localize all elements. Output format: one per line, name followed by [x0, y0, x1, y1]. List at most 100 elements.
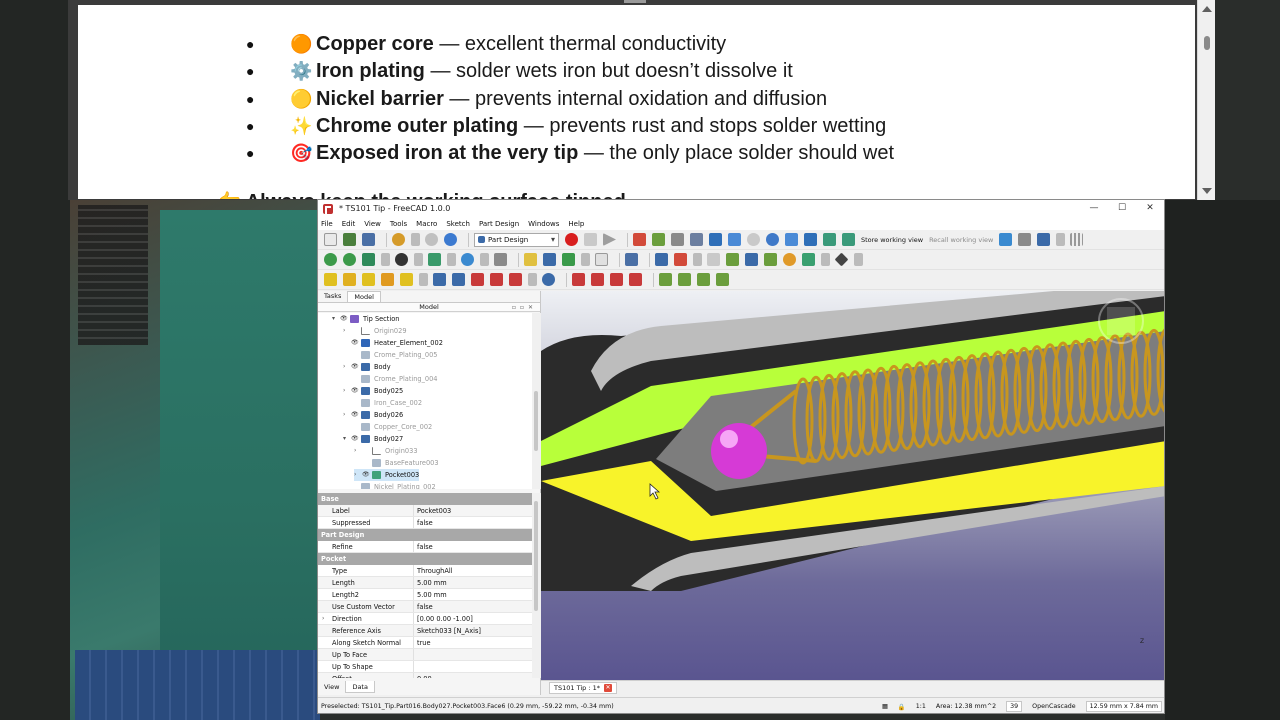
expand-arrow-icon[interactable]: › — [322, 613, 324, 625]
kernel-select[interactable]: OpenCascade — [1032, 703, 1076, 710]
fit-selection-icon[interactable] — [343, 253, 356, 266]
menu-part-design[interactable]: Part Design — [479, 220, 519, 228]
document-tab[interactable]: TS101 Tip : 1* ✕ — [549, 682, 617, 694]
property-row[interactable]: Suppressed false — [318, 517, 532, 529]
property-value[interactable]: 0.00 — [414, 673, 432, 678]
chamfer-icon[interactable] — [591, 273, 604, 286]
property-row[interactable]: Reference Axis Sketch033 [N_Axis] — [318, 625, 532, 637]
menu-tools[interactable]: Tools — [390, 220, 407, 228]
tree-item[interactable]: BaseFeature003 — [354, 457, 439, 469]
property-row[interactable]: Refine false — [318, 541, 532, 553]
menu-help[interactable]: Help — [568, 220, 584, 228]
refresh-icon[interactable] — [444, 233, 457, 246]
property-scrollbar[interactable] — [532, 493, 541, 678]
expand-arrow-icon[interactable]: › — [354, 469, 362, 481]
tree-item[interactable]: › 👁 Body026 — [343, 409, 403, 421]
document-scrollbar[interactable] — [1197, 0, 1215, 200]
fillet-icon[interactable] — [572, 273, 585, 286]
visibility-eye-icon[interactable]: 👁 — [351, 337, 361, 349]
menu-view[interactable]: View — [364, 220, 381, 228]
property-row[interactable]: Use Custom Vector false — [318, 601, 532, 613]
visibility-eye-icon[interactable]: 👁 — [351, 385, 361, 397]
property-row[interactable]: Up To Face — [318, 649, 532, 661]
record-macro-icon[interactable] — [565, 233, 578, 246]
property-row[interactable]: › Direction [0.00 0.00 -1.00] — [318, 613, 532, 625]
link-make-icon[interactable] — [562, 253, 575, 266]
store-view-icon[interactable] — [842, 233, 855, 246]
multi-transform-icon[interactable] — [716, 273, 729, 286]
chevron-down-icon[interactable] — [414, 253, 423, 266]
measure-icon[interactable] — [690, 233, 703, 246]
part-icon[interactable] — [785, 233, 798, 246]
box-icon[interactable] — [728, 233, 741, 246]
camera-icon[interactable] — [823, 233, 836, 246]
expand-arrow-icon[interactable]: › — [354, 445, 362, 457]
pocket-icon[interactable] — [433, 273, 446, 286]
property-value[interactable] — [414, 661, 417, 672]
sphere-icon[interactable] — [747, 233, 760, 246]
chevron-down-icon[interactable] — [693, 253, 702, 266]
thickness-icon[interactable] — [629, 273, 642, 286]
property-value[interactable]: false — [414, 601, 433, 612]
property-value[interactable]: [0.00 0.00 -1.00] — [414, 613, 473, 624]
validate-sketch-icon[interactable] — [707, 253, 720, 266]
expand-arrow-icon[interactable]: ▾ — [332, 313, 340, 325]
expand-arrow-icon[interactable]: › — [343, 385, 351, 397]
grid-toggle-icon[interactable]: ▦ — [882, 703, 888, 710]
groove-icon[interactable] — [471, 273, 484, 286]
grid-icon[interactable] — [1018, 233, 1032, 246]
tree-scroll-thumb[interactable] — [534, 391, 538, 451]
chevron-down-icon[interactable] — [419, 273, 428, 286]
clone-icon[interactable] — [764, 253, 777, 266]
link-icon[interactable] — [652, 233, 665, 246]
property-value[interactable]: false — [414, 541, 433, 552]
property-value[interactable]: Pocket003 — [414, 505, 451, 516]
property-group[interactable]: Pocket — [318, 553, 532, 565]
property-value[interactable]: false — [414, 517, 433, 528]
tree-item[interactable]: ▾ 👁 Body027 — [343, 433, 403, 445]
expand-arrow-icon[interactable]: ▾ — [343, 433, 351, 445]
menu-sketch[interactable]: Sketch — [446, 220, 470, 228]
menu-windows[interactable]: Windows — [528, 220, 559, 228]
property-row[interactable]: Length 5.00 mm — [318, 577, 532, 589]
subtractive-loft-icon[interactable] — [490, 273, 503, 286]
tab-model[interactable]: Model — [347, 291, 381, 302]
tab-tasks[interactable]: Tasks — [318, 291, 347, 302]
panel-controls[interactable]: ▫▫✕ — [512, 303, 537, 312]
pad-icon[interactable] — [324, 273, 337, 286]
plane-icon[interactable] — [802, 253, 815, 266]
folder-icon[interactable] — [543, 253, 556, 266]
helix-icon[interactable] — [400, 273, 413, 286]
menu-edit[interactable]: Edit — [342, 220, 356, 228]
property-value[interactable]: ThroughAll — [414, 565, 453, 576]
ratio-label[interactable]: 1:1 — [916, 703, 926, 710]
chevron-down-icon[interactable] — [480, 253, 489, 266]
mirror-icon[interactable] — [659, 273, 672, 286]
pattern-icon[interactable] — [1070, 233, 1084, 246]
expand-arrow-icon[interactable]: › — [343, 409, 351, 421]
whats-this-icon[interactable] — [625, 253, 638, 266]
property-group[interactable]: Part Design — [318, 529, 532, 541]
property-value[interactable]: true — [414, 637, 431, 648]
lock-icon[interactable]: 🔒 — [898, 703, 906, 711]
save-icon[interactable] — [362, 233, 375, 246]
tree-scrollbar[interactable] — [532, 313, 541, 489]
tree-item[interactable]: › 👁 Pocket003 — [354, 469, 420, 481]
property-row[interactable]: Label Pocket003 — [318, 505, 532, 517]
body-icon[interactable] — [655, 253, 668, 266]
menu-macro[interactable]: Macro — [416, 220, 437, 228]
subtractive-pipe-icon[interactable] — [509, 273, 522, 286]
close-tab-icon[interactable]: ✕ — [603, 684, 612, 692]
play-macro-icon[interactable] — [603, 233, 616, 246]
view-icon[interactable] — [999, 233, 1013, 246]
maximize-button[interactable]: ☐ — [1108, 200, 1136, 217]
visibility-eye-icon[interactable]: 👁 — [340, 313, 350, 325]
visibility-eye-icon[interactable]: 👁 — [351, 361, 361, 373]
point-icon[interactable] — [834, 252, 849, 267]
part-container-icon[interactable] — [524, 253, 537, 266]
measure-tool-icon[interactable] — [494, 253, 507, 266]
count-field[interactable]: 39 — [1006, 701, 1023, 712]
redo-icon[interactable] — [425, 233, 438, 246]
isometric-icon[interactable] — [362, 253, 375, 266]
tree-item[interactable]: ▾ 👁 Tip Section — [332, 313, 399, 325]
